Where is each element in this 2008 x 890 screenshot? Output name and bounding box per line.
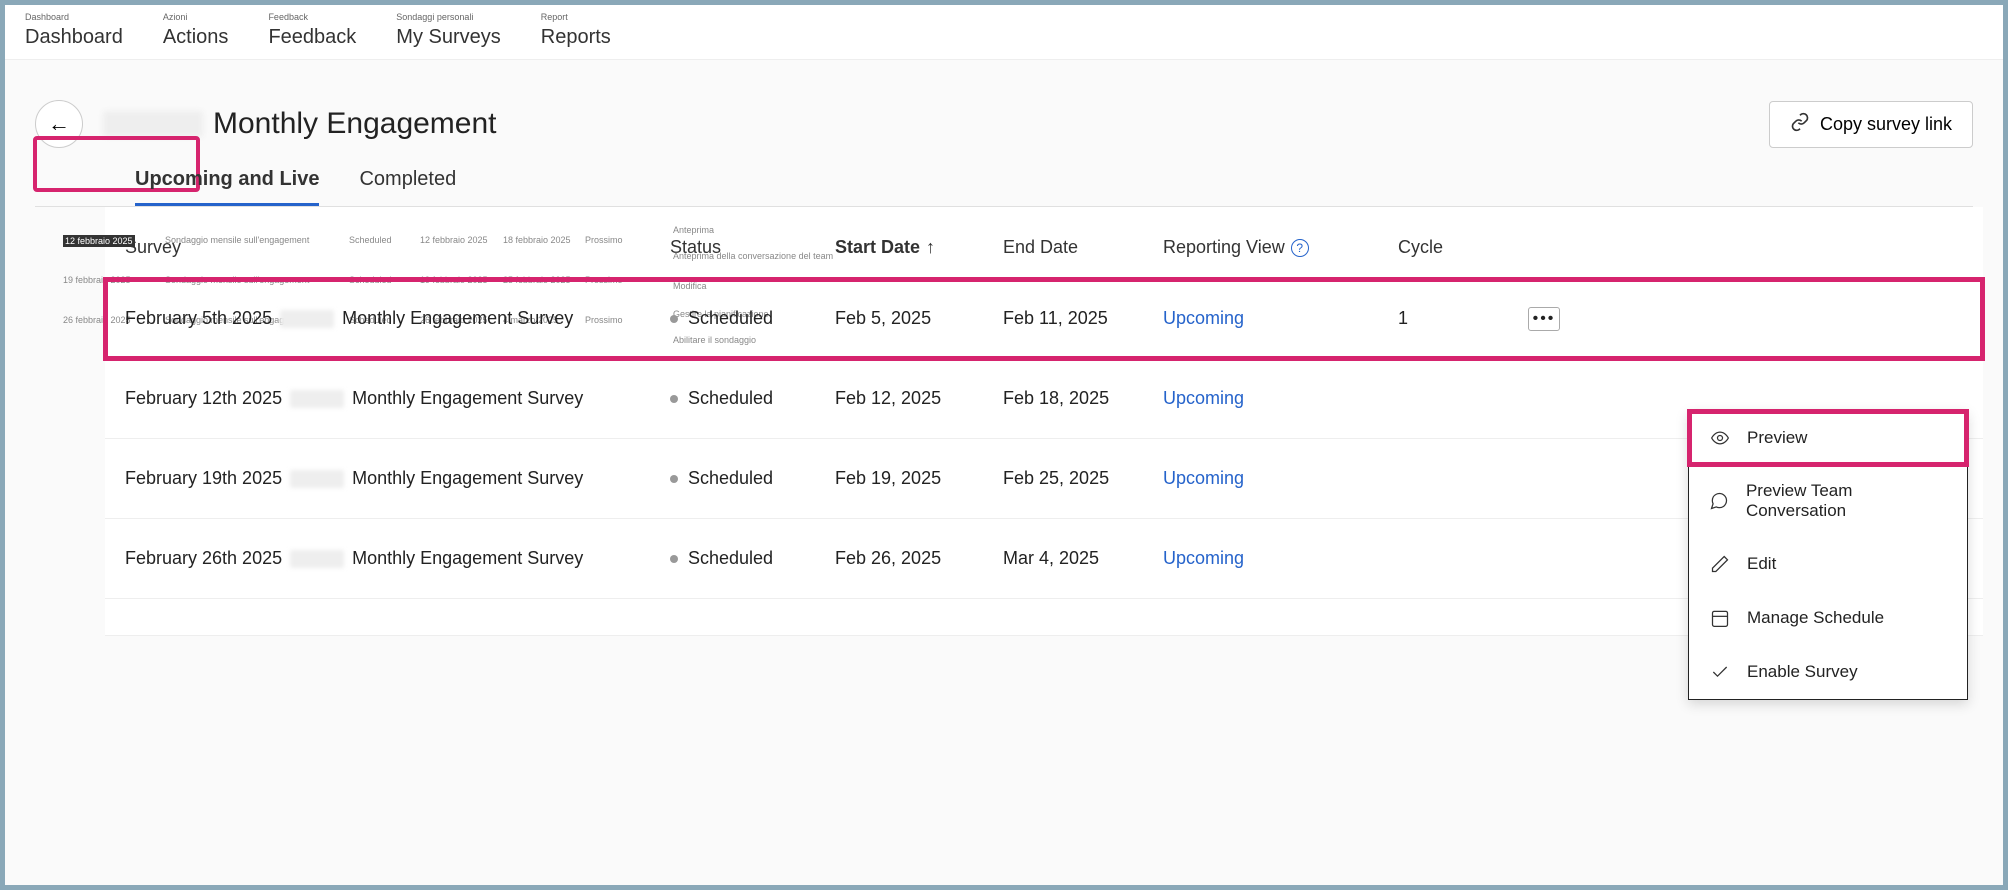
menu-label: Manage Schedule bbox=[1747, 608, 1884, 628]
col-cycle[interactable]: Cycle bbox=[1398, 237, 1528, 258]
help-icon[interactable]: ? bbox=[1291, 239, 1309, 257]
end-date-cell: Feb 11, 2025 bbox=[1003, 308, 1163, 329]
page-header: ← Monthly Engagement Copy survey link Up… bbox=[5, 60, 2003, 207]
eye-icon bbox=[1709, 427, 1731, 449]
end-date-cell: Mar 4, 2025 bbox=[1003, 548, 1163, 569]
nav-actions[interactable]: Azioni Actions bbox=[163, 16, 229, 49]
nav-feedback[interactable]: Feedback Feedback bbox=[268, 16, 356, 49]
top-nav: Dashboard Dashboard Azioni Actions Feedb… bbox=[5, 5, 2003, 60]
row-date-prefix: February 5th 2025 bbox=[125, 308, 272, 329]
redacted-text bbox=[290, 390, 344, 408]
end-date-cell: Feb 18, 2025 bbox=[1003, 388, 1163, 409]
nav-mini-label: Sondaggi personali bbox=[396, 12, 473, 22]
status-dot-icon bbox=[670, 395, 678, 403]
nav-reports[interactable]: Report Reports bbox=[541, 16, 611, 49]
page-title: Monthly Engagement bbox=[103, 107, 497, 141]
table-row[interactable]: February 5th 2025 Monthly Engagement Sur… bbox=[105, 279, 1983, 359]
sort-asc-icon: ↑ bbox=[926, 237, 935, 258]
chat-icon bbox=[1709, 490, 1730, 512]
title-text: Monthly Engagement bbox=[213, 107, 497, 141]
end-date-cell: Feb 25, 2025 bbox=[1003, 468, 1163, 489]
nav-label: Feedback bbox=[268, 26, 356, 48]
col-label: Reporting View bbox=[1163, 237, 1285, 258]
survey-name-cell: February 19th 2025 Monthly Engagement Su… bbox=[125, 468, 670, 489]
link-icon bbox=[1790, 112, 1810, 137]
status-text: Scheduled bbox=[688, 388, 773, 409]
pencil-icon bbox=[1709, 553, 1731, 575]
status-text: Scheduled bbox=[688, 308, 773, 329]
tabs: Upcoming and Live Completed bbox=[35, 168, 1973, 207]
menu-edit[interactable]: Edit bbox=[1689, 537, 1967, 591]
status-cell: Scheduled bbox=[670, 468, 835, 489]
col-label: Start Date bbox=[835, 237, 920, 258]
table-header-row: Survey Status Start Date ↑ End Date Repo… bbox=[105, 207, 1983, 279]
calendar-icon bbox=[1709, 607, 1731, 629]
copy-link-label: Copy survey link bbox=[1820, 114, 1952, 135]
status-cell: Scheduled bbox=[670, 388, 835, 409]
menu-enable-survey[interactable]: Enable Survey bbox=[1689, 645, 1967, 699]
status-cell: Scheduled bbox=[670, 548, 835, 569]
menu-label: Edit bbox=[1747, 554, 1776, 574]
reporting-view-link[interactable]: Upcoming bbox=[1163, 308, 1398, 329]
row-date-prefix: February 19th 2025 bbox=[125, 468, 282, 489]
survey-name-cell: February 26th 2025 Monthly Engagement Su… bbox=[125, 548, 670, 569]
start-date-cell: Feb 12, 2025 bbox=[835, 388, 1003, 409]
status-cell: Scheduled bbox=[670, 308, 835, 329]
ellipsis-icon: ••• bbox=[1533, 310, 1556, 328]
context-menu: Preview Preview Team Conversation Edit M… bbox=[1688, 410, 1968, 700]
reporting-view-link[interactable]: Upcoming bbox=[1163, 388, 1398, 409]
nav-mini-label: Report bbox=[541, 12, 568, 22]
start-date-cell: Feb 26, 2025 bbox=[835, 548, 1003, 569]
menu-label: Enable Survey bbox=[1747, 662, 1858, 682]
start-date-cell: Feb 5, 2025 bbox=[835, 308, 1003, 329]
status-dot-icon bbox=[670, 475, 678, 483]
row-date-prefix: February 26th 2025 bbox=[125, 548, 282, 569]
menu-label: Preview bbox=[1747, 428, 1807, 448]
nav-mini-label: Azioni bbox=[163, 12, 188, 22]
nav-my-surveys[interactable]: Sondaggi personali My Surveys bbox=[396, 16, 500, 49]
nav-label: Reports bbox=[541, 26, 611, 48]
row-name: Monthly Engagement Survey bbox=[352, 468, 583, 489]
col-start-date[interactable]: Start Date ↑ bbox=[835, 237, 1003, 258]
back-button[interactable]: ← bbox=[35, 100, 83, 148]
menu-manage-schedule[interactable]: Manage Schedule bbox=[1689, 591, 1967, 645]
row-name: Monthly Engagement Survey bbox=[342, 308, 573, 329]
nav-label: Actions bbox=[163, 26, 229, 48]
reporting-view-link[interactable]: Upcoming bbox=[1163, 548, 1398, 569]
status-text: Scheduled bbox=[688, 468, 773, 489]
reporting-view-link[interactable]: Upcoming bbox=[1163, 468, 1398, 489]
start-date-cell: Feb 19, 2025 bbox=[835, 468, 1003, 489]
survey-name-cell: February 5th 2025 Monthly Engagement Sur… bbox=[125, 308, 670, 329]
col-survey[interactable]: Survey bbox=[125, 237, 670, 258]
status-dot-icon bbox=[670, 315, 678, 323]
redacted-text bbox=[290, 470, 344, 488]
survey-name-cell: February 12th 2025 Monthly Engagement Su… bbox=[125, 388, 670, 409]
nav-label: My Surveys bbox=[396, 26, 500, 48]
row-name: Monthly Engagement Survey bbox=[352, 388, 583, 409]
tab-upcoming[interactable]: Upcoming and Live bbox=[135, 168, 319, 206]
redacted-text bbox=[280, 310, 334, 328]
status-dot-icon bbox=[670, 555, 678, 563]
row-name: Monthly Engagement Survey bbox=[352, 548, 583, 569]
nav-label: Dashboard bbox=[25, 26, 123, 48]
menu-preview-team[interactable]: Preview Team Conversation bbox=[1689, 465, 1967, 537]
cycle-cell: 1 bbox=[1398, 308, 1528, 329]
row-date-prefix: February 12th 2025 bbox=[125, 388, 282, 409]
nav-mini-label: Feedback bbox=[268, 12, 308, 22]
col-status[interactable]: Status bbox=[670, 237, 835, 258]
more-actions-button[interactable]: ••• bbox=[1528, 307, 1560, 331]
redacted-text bbox=[103, 111, 203, 137]
menu-preview[interactable]: Preview bbox=[1689, 411, 1967, 465]
copy-survey-link-button[interactable]: Copy survey link bbox=[1769, 101, 1973, 148]
col-end-date[interactable]: End Date bbox=[1003, 237, 1163, 258]
check-icon bbox=[1709, 661, 1731, 683]
arrow-left-icon: ← bbox=[48, 111, 70, 137]
nav-dashboard[interactable]: Dashboard Dashboard bbox=[25, 16, 123, 49]
status-text: Scheduled bbox=[688, 548, 773, 569]
tab-completed[interactable]: Completed bbox=[359, 168, 456, 206]
col-reporting-view[interactable]: Reporting View ? bbox=[1163, 237, 1398, 258]
menu-label: Preview Team Conversation bbox=[1746, 481, 1947, 521]
nav-mini-label: Dashboard bbox=[25, 12, 69, 22]
redacted-text bbox=[290, 550, 344, 568]
